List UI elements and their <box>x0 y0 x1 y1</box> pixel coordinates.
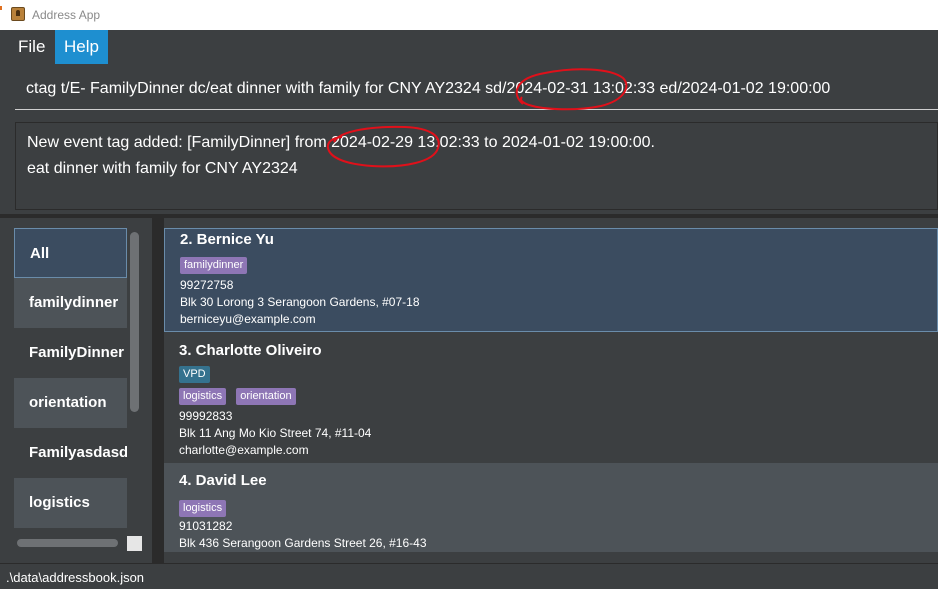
tag-chip: logistics <box>179 388 227 405</box>
event-tag-row: familydinner <box>180 257 252 274</box>
person-name: 4. David Lee <box>179 472 267 489</box>
tag-item-familydinner[interactable]: familydinner <box>14 278 127 328</box>
storage-file-path: .\data\addressbook.json <box>6 570 145 585</box>
person-phone: 99992833 <box>179 409 233 423</box>
person-name: 2. Bernice Yu <box>180 231 274 248</box>
person-phone: 91031282 <box>179 519 233 533</box>
tag-list: All familydinner FamilyDinner orientatio… <box>14 228 127 528</box>
scroll-corner <box>127 536 142 551</box>
tag-list-horizontal-scrollbar[interactable] <box>17 539 118 547</box>
tag-chip: familydinner <box>180 257 248 274</box>
command-input[interactable]: ctag t/E- FamilyDinner dc/eat dinner wit… <box>26 80 830 98</box>
person-address: Blk 11 Ang Mo Kio Street 74, #11-04 <box>179 426 372 440</box>
result-description-line: eat dinner with family for CNY AY2324 <box>27 160 298 177</box>
person-phone: 99272758 <box>180 278 234 292</box>
status-bar: .\data\addressbook.json <box>0 563 938 589</box>
tag-item-orientation[interactable]: orientation <box>14 378 127 428</box>
panel-separator <box>152 218 164 563</box>
person-address: Blk 436 Serangoon Gardens Street 26, #16… <box>179 536 427 550</box>
tag-chip: VPD <box>179 366 210 383</box>
tag-item-familyasdasd[interactable]: Familyasdasd <box>14 428 127 478</box>
person-email: charlotte@example.com <box>179 443 309 457</box>
menu-file[interactable]: File <box>11 30 52 64</box>
person-card[interactable]: 2. Bernice Yu familydinner 99272758 Blk … <box>164 228 938 332</box>
menu-bar: File Help <box>0 30 938 64</box>
tag-list-vertical-scrollbar[interactable] <box>130 232 139 412</box>
tag-item-all[interactable]: All <box>14 228 127 278</box>
tag-item-logistics[interactable]: logistics <box>14 478 127 528</box>
event-tag-row: VPD <box>179 366 215 383</box>
window-edge-marker <box>0 6 2 10</box>
tag-row: logistics orientation <box>179 388 301 405</box>
person-card[interactable]: 3. Charlotte Oliveiro VPD logistics orie… <box>164 333 938 462</box>
title-bar: Address App <box>0 0 938 30</box>
tag-item-FamilyDinner[interactable]: FamilyDinner <box>14 328 127 378</box>
result-display: New event tag added: [FamilyDinner] from… <box>15 122 938 210</box>
tag-list-panel: All familydinner FamilyDinner orientatio… <box>0 218 152 563</box>
person-card[interactable]: 4. David Lee logistics 91031282 Blk 436 … <box>164 463 938 552</box>
address-book-icon <box>11 7 25 21</box>
tag-chip: orientation <box>236 388 296 405</box>
menu-help[interactable]: Help <box>55 30 108 64</box>
event-tag-row: logistics <box>179 500 231 517</box>
person-email: berniceyu@example.com <box>180 312 316 326</box>
person-name: 3. Charlotte Oliveiro <box>179 342 322 359</box>
command-box[interactable]: ctag t/E- FamilyDinner dc/eat dinner wit… <box>15 70 938 110</box>
person-address: Blk 30 Lorong 3 Serangoon Gardens, #07-1… <box>180 295 420 309</box>
result-message-line: New event tag added: [FamilyDinner] from… <box>27 134 655 151</box>
tag-chip: logistics <box>179 500 227 517</box>
person-list: 2. Bernice Yu familydinner 99272758 Blk … <box>164 228 938 552</box>
window-title: Address App <box>32 8 101 22</box>
